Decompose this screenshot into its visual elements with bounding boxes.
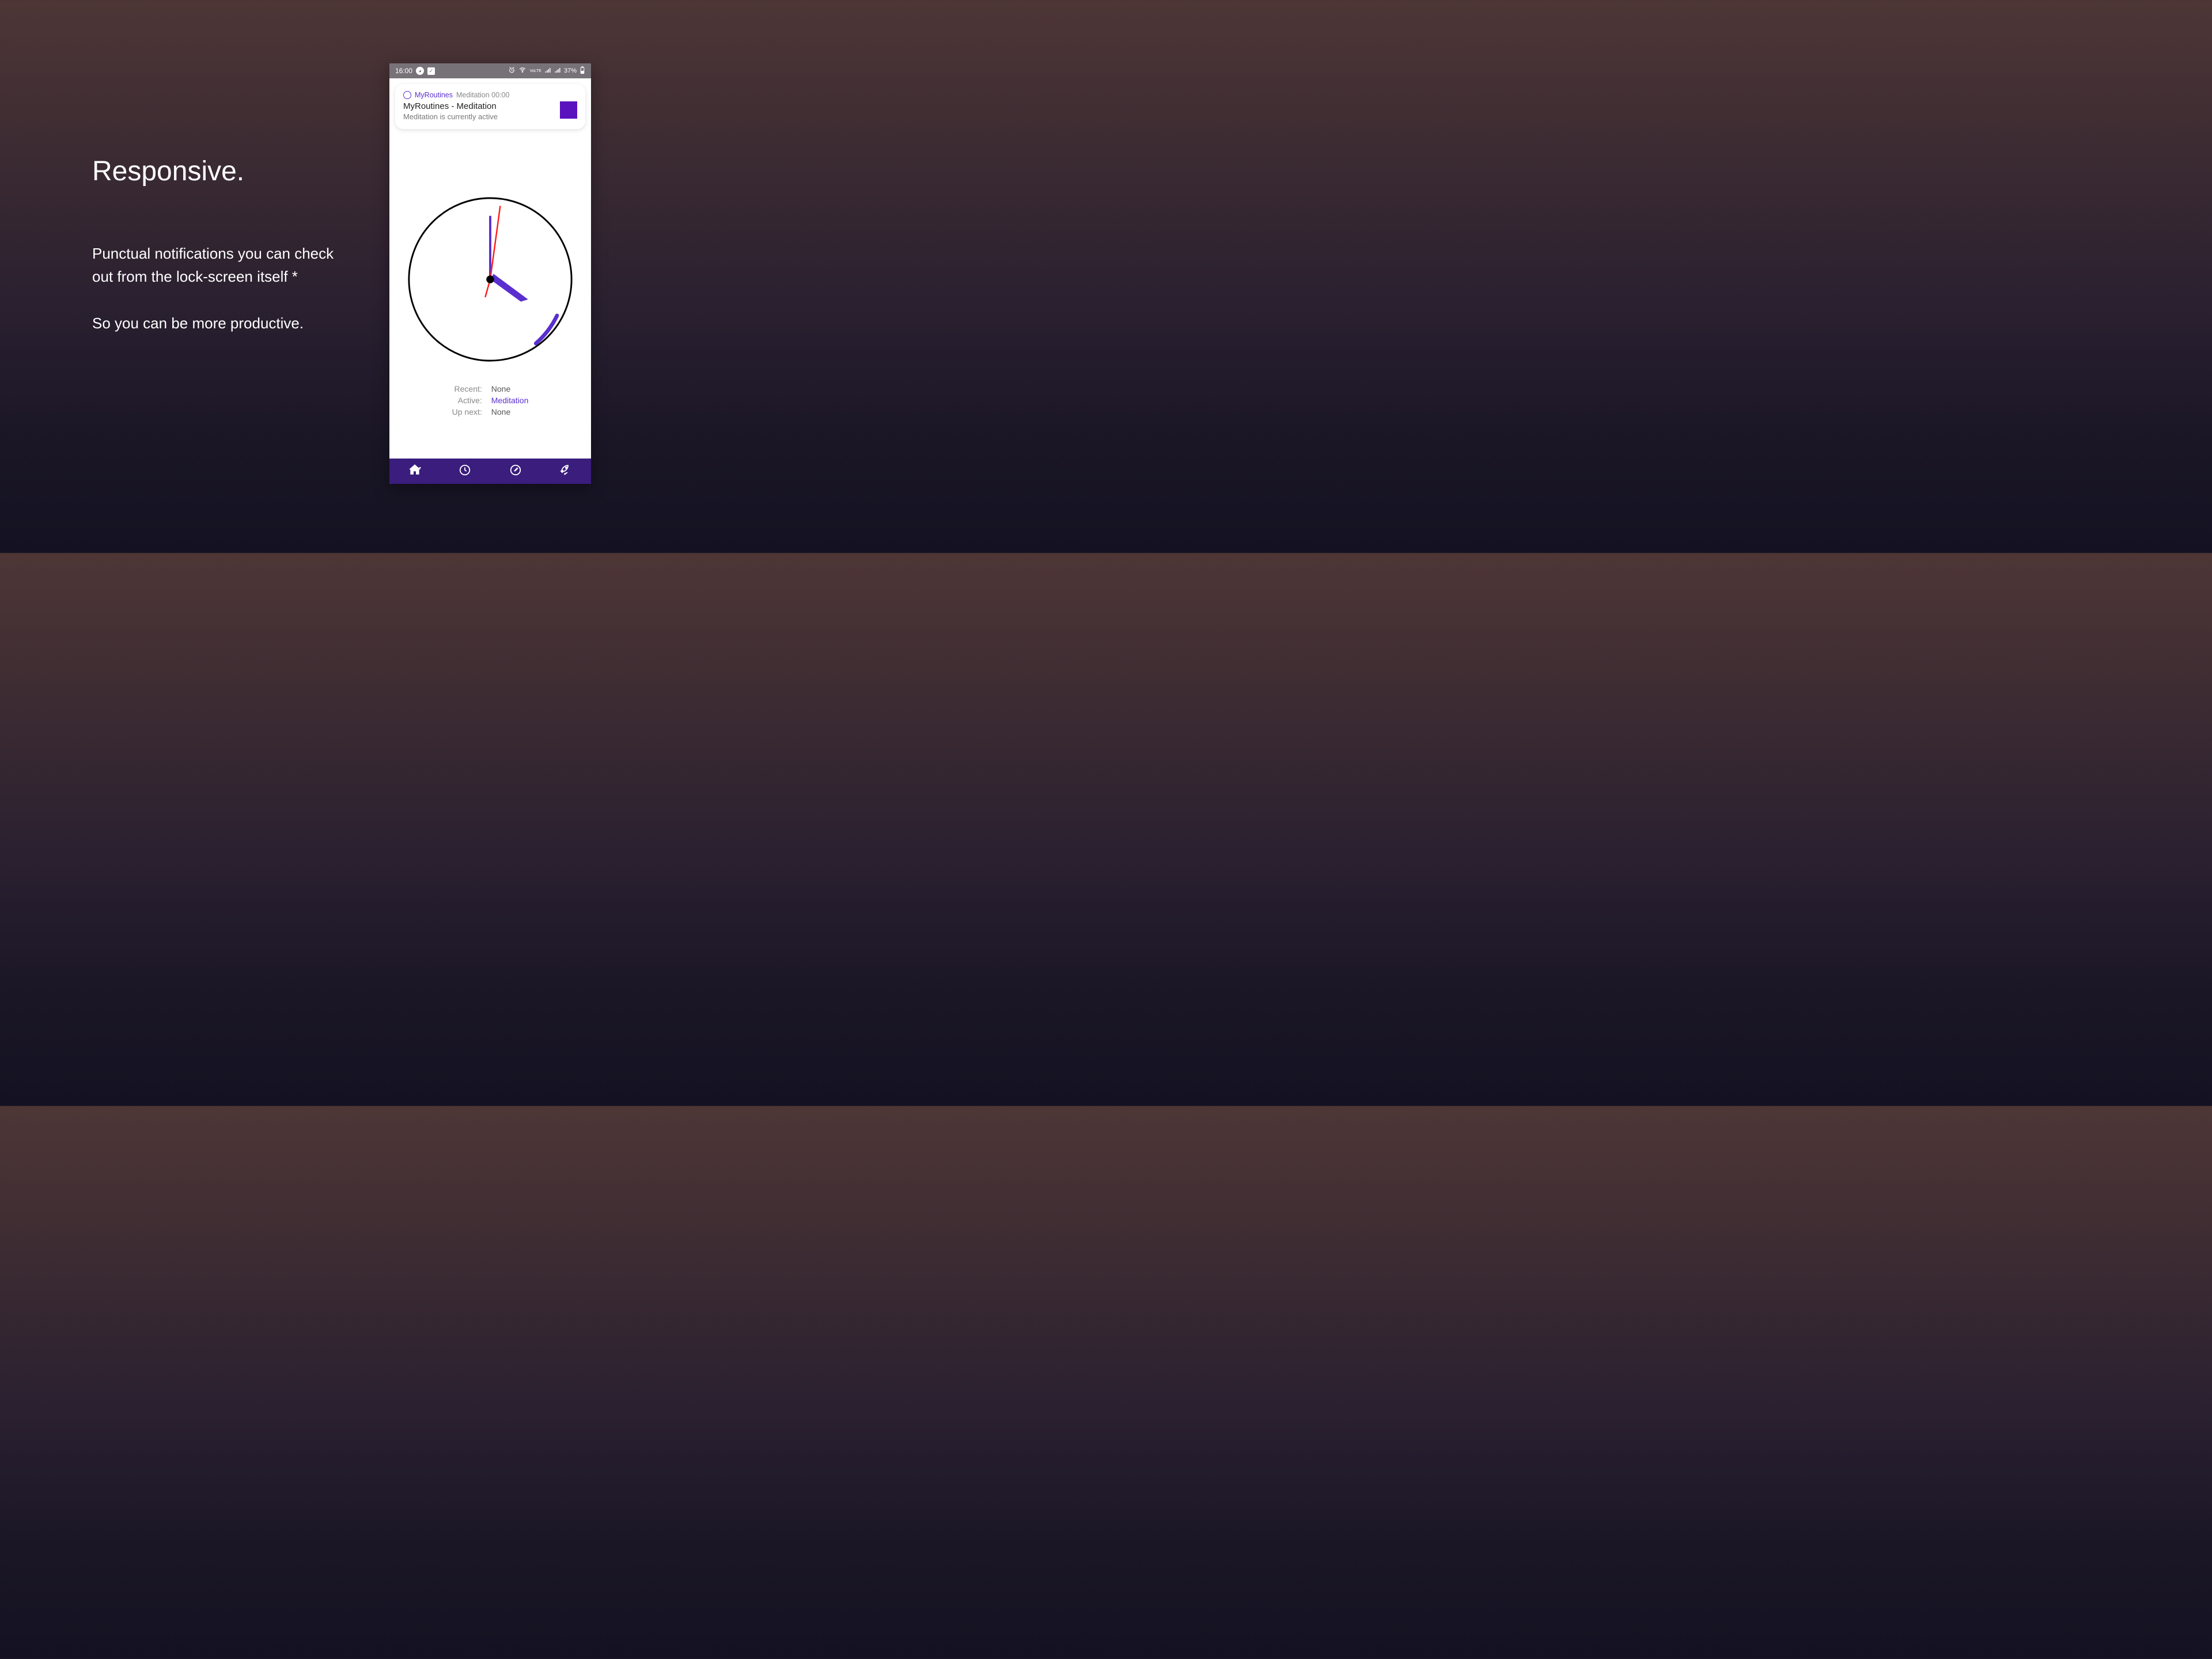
nav-edit[interactable] — [490, 459, 541, 484]
status-active-label: Active: — [448, 395, 487, 406]
status-upnext-row: Up next: None — [448, 406, 533, 418]
status-recent-value: None — [487, 383, 533, 395]
analog-clock — [407, 196, 574, 363]
notification-stop-button[interactable] — [560, 101, 577, 119]
nav-clock[interactable] — [440, 459, 491, 484]
rocket-icon — [559, 463, 573, 480]
notification-meta: Meditation 00:00 — [456, 91, 509, 99]
notification-card[interactable]: MyRoutines Meditation 00:00 MyRoutines -… — [395, 84, 585, 129]
status-upnext-label: Up next: — [448, 406, 487, 418]
promo-text-1: Punctual notifications you can check out… — [92, 242, 340, 289]
status-active-row: Active: Meditation — [448, 395, 533, 406]
notification-app-name: MyRoutines — [415, 91, 453, 99]
statusbar-time: 16:00 — [395, 67, 412, 75]
nav-home[interactable] — [389, 459, 440, 484]
notification-app-icon — [403, 91, 411, 99]
clock-icon — [459, 464, 471, 479]
phone-screenshot: 16:00 ◕ ✓ VoLTE 37% M — [389, 63, 591, 484]
signal-icon-1 — [544, 67, 551, 75]
statusbar-check-icon: ✓ — [427, 67, 435, 75]
battery-label: 37% — [564, 67, 577, 74]
home-icon — [407, 463, 422, 480]
notification-body: Meditation is currently active — [403, 112, 577, 121]
signal-icon-2 — [554, 67, 561, 75]
promo-title: Responsive. — [92, 156, 340, 187]
statusbar-app-icon: ◕ — [416, 67, 424, 75]
status-recent-label: Recent: — [448, 383, 487, 395]
notification-title: MyRoutines - Meditation — [403, 101, 577, 111]
status-bar: 16:00 ◕ ✓ VoLTE 37% — [389, 63, 591, 78]
bottom-nav — [389, 459, 591, 484]
battery-icon — [579, 66, 585, 76]
nav-rocket[interactable] — [541, 459, 592, 484]
status-summary: Recent: None Active: Meditation Up next:… — [389, 383, 591, 418]
promo-text-2: So you can be more productive. — [92, 312, 340, 335]
alarm-icon — [508, 66, 516, 75]
promo-copy: Responsive. Punctual notifications you c… — [92, 156, 340, 358]
edit-icon — [509, 464, 522, 479]
status-upnext-value: None — [487, 406, 533, 418]
status-active-value: Meditation — [487, 395, 533, 406]
volte-label: VoLTE — [529, 69, 541, 73]
status-recent-row: Recent: None — [448, 383, 533, 395]
wifi-icon — [518, 66, 527, 75]
